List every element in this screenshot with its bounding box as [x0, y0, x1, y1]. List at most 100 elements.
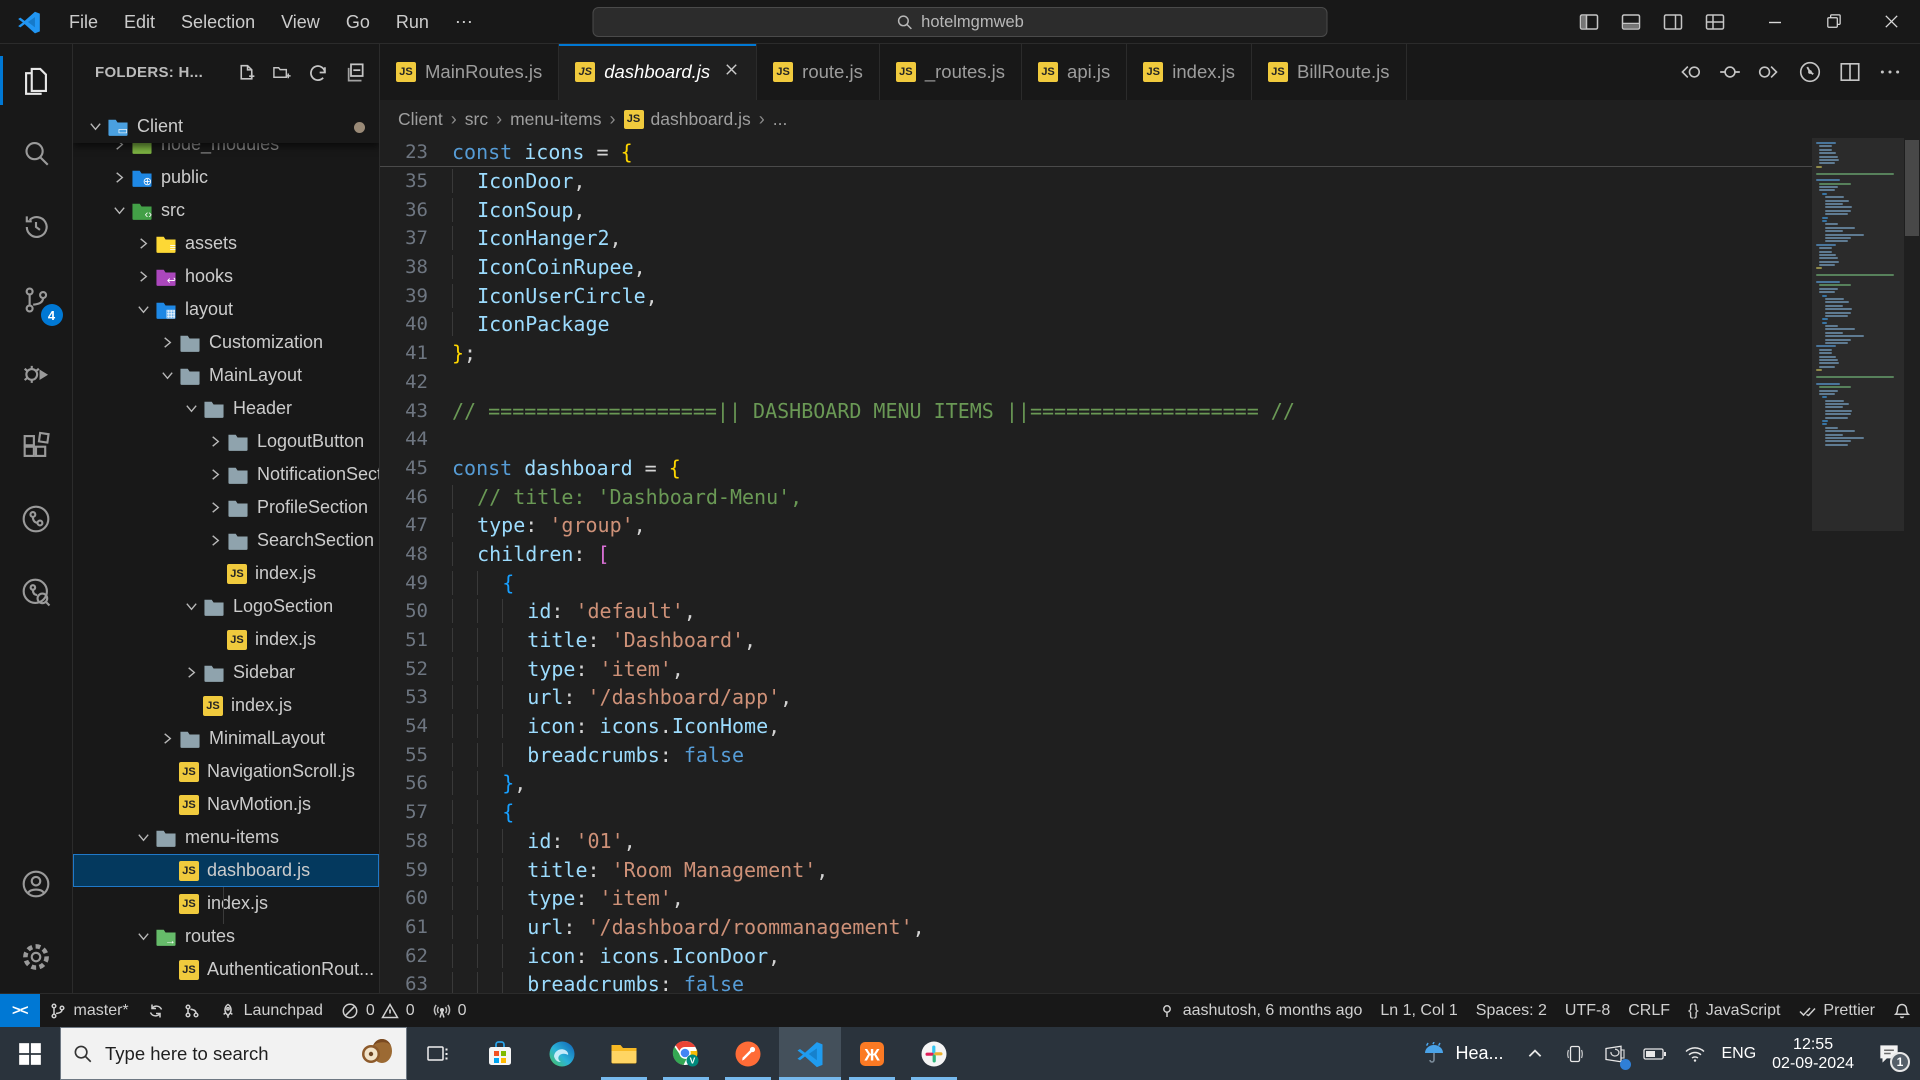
tree-folder-menu-items[interactable]: menu-items — [73, 821, 379, 854]
activity-source-control-icon[interactable]: 4 — [0, 263, 73, 336]
menu-edit[interactable]: Edit — [111, 7, 168, 37]
breadcrumb-item[interactable]: Client — [398, 109, 443, 130]
tree-file-billroute-js[interactable]: JSBillRoute.js — [73, 986, 379, 993]
activity-settings-icon[interactable] — [0, 920, 73, 993]
tree-file-navigationscroll-js[interactable]: JS NavigationScroll.js — [73, 755, 379, 788]
taskbar-task-view-icon[interactable] — [407, 1027, 469, 1080]
breadcrumb-item[interactable]: menu-items — [510, 109, 601, 130]
tab-route-js[interactable]: JS route.js — [757, 44, 880, 100]
command-center-search[interactable]: hotelmgmweb — [592, 7, 1328, 37]
tree-file-index-js[interactable]: JS index.js — [73, 557, 379, 590]
activity-explorer-icon[interactable] — [0, 44, 73, 117]
tree-folder-client[interactable]: ▭ Client — [73, 110, 379, 143]
line-number[interactable]: 23 — [380, 141, 452, 163]
activity-gitlens-icon[interactable] — [0, 482, 73, 555]
line-number[interactable]: 48 — [380, 543, 452, 565]
tree-folder-hooks[interactable]: ↩ hooks — [73, 260, 379, 293]
scrollbar-thumb[interactable] — [1905, 140, 1919, 236]
tree-file-index-js[interactable]: JS index.js — [73, 887, 379, 920]
tree-file-dashboard-js[interactable]: JS dashboard.js — [73, 854, 379, 887]
line-number[interactable]: 45 — [380, 457, 452, 479]
line-number[interactable]: 38 — [380, 256, 452, 278]
line-number[interactable]: 41 — [380, 342, 452, 364]
tab-index-js[interactable]: JS index.js — [1127, 44, 1252, 100]
tree-folder-routes[interactable]: → routes — [73, 920, 379, 953]
new-folder-icon[interactable] — [267, 57, 297, 87]
more-icon[interactable] — [1872, 55, 1908, 89]
tree-folder-sidebar[interactable]: Sidebar — [73, 656, 379, 689]
line-number[interactable]: 40 — [380, 313, 452, 335]
status-double-check[interactable]: Prettier — [1789, 994, 1884, 1027]
line-number[interactable]: 49 — [380, 572, 452, 594]
line-number[interactable]: 39 — [380, 285, 452, 307]
line-number[interactable]: 63 — [380, 973, 452, 993]
taskbar-vscode-icon[interactable] — [779, 1027, 841, 1080]
tab-dashboard-js[interactable]: JS dashboard.js — [559, 44, 758, 100]
battery-tray-icon[interactable] — [1637, 1027, 1673, 1080]
status-sync[interactable] — [138, 994, 174, 1027]
notification-center-button[interactable]: 1 — [1866, 1027, 1912, 1080]
minimap-slider[interactable] — [1812, 138, 1904, 532]
toggle-primary-sidebar-icon[interactable] — [1572, 7, 1606, 37]
weather-widget[interactable]: Hea... — [1412, 1027, 1513, 1080]
tree-folder-customization[interactable]: Customization — [73, 326, 379, 359]
activity-history-icon[interactable] — [0, 190, 73, 263]
taskbar-edge-icon[interactable] — [531, 1027, 593, 1080]
minimap[interactable] — [1812, 138, 1904, 993]
clock-widget[interactable]: 12:55 02-09-2024 — [1764, 1027, 1862, 1080]
line-number[interactable]: 61 — [380, 916, 452, 938]
minimize-button[interactable] — [1746, 0, 1804, 44]
line-number[interactable]: 54 — [380, 715, 452, 737]
activity-accounts-icon[interactable] — [0, 847, 73, 920]
line-number[interactable]: 35 — [380, 170, 452, 192]
status-bell[interactable] — [1884, 994, 1920, 1027]
split-editor-icon[interactable] — [1832, 55, 1868, 89]
status-rocket[interactable]: Launchpad — [210, 994, 332, 1027]
refresh-icon[interactable] — [303, 57, 333, 87]
start-button[interactable] — [0, 1027, 60, 1080]
line-number[interactable]: 57 — [380, 801, 452, 823]
tree-folder-public[interactable]: ⊕ public — [73, 161, 379, 194]
status-crlf[interactable]: CRLF — [1619, 994, 1679, 1027]
tree-file-index-js[interactable]: JS index.js — [73, 689, 379, 722]
line-number[interactable]: 51 — [380, 629, 452, 651]
wifi-tray-icon[interactable] — [1677, 1027, 1713, 1080]
next-change-icon[interactable] — [1752, 55, 1788, 89]
tree-folder-assets[interactable]: ≡ assets — [73, 227, 379, 260]
menu-go[interactable]: Go — [333, 7, 383, 37]
taskbar-xampp-icon[interactable]: Ж — [841, 1027, 903, 1080]
taskbar-postman-icon[interactable] — [717, 1027, 779, 1080]
line-number[interactable]: 53 — [380, 686, 452, 708]
new-file-icon[interactable] — [231, 57, 261, 87]
status-error[interactable]: 0 — [332, 994, 378, 1027]
tree-folder-mainlayout[interactable]: MainLayout — [73, 359, 379, 392]
status-utf-8[interactable]: UTF-8 — [1556, 994, 1619, 1027]
breadcrumb-item[interactable]: JS dashboard.js — [623, 109, 751, 130]
taskbar-microsoft-store-icon[interactable] — [469, 1027, 531, 1080]
menu-run[interactable]: Run — [383, 7, 442, 37]
explorer-section-header[interactable]: FOLDERS: H... — [73, 44, 379, 100]
breadcrumb-item[interactable]: ... — [773, 109, 788, 130]
tab--routes-js[interactable]: JS _routes.js — [879, 44, 1023, 100]
line-number[interactable]: 59 — [380, 859, 452, 881]
timeline-icon[interactable] — [1792, 55, 1828, 89]
tree-folder-notificationsecti-[interactable]: NotificationSecti... — [73, 458, 379, 491]
line-number[interactable]: 36 — [380, 199, 452, 221]
line-number[interactable]: 50 — [380, 600, 452, 622]
tree-file-index-js[interactable]: JS index.js — [73, 623, 379, 656]
status-git-graph[interactable] — [174, 994, 210, 1027]
tree-file-navmotion-js[interactable]: JS NavMotion.js — [73, 788, 379, 821]
tree-folder-profilesection[interactable]: ProfileSection — [73, 491, 379, 524]
breadcrumb-item[interactable]: src — [465, 109, 488, 130]
line-number[interactable]: 52 — [380, 658, 452, 680]
menu-view[interactable]: View — [268, 7, 333, 37]
menu-file[interactable]: File — [56, 7, 111, 37]
status-remote-indicator[interactable]: >< — [0, 994, 40, 1027]
activity-search-icon[interactable] — [0, 117, 73, 190]
toggle-panel-icon[interactable] — [1614, 7, 1648, 37]
activity-extensions-icon[interactable] — [0, 409, 73, 482]
tree-file-authenticationrout-[interactable]: JS AuthenticationRout... — [73, 953, 379, 986]
collapse-all-icon[interactable] — [339, 57, 369, 87]
status-commit[interactable]: aashutosh, 6 months ago — [1149, 994, 1372, 1027]
menu-selection[interactable]: Selection — [168, 7, 268, 37]
